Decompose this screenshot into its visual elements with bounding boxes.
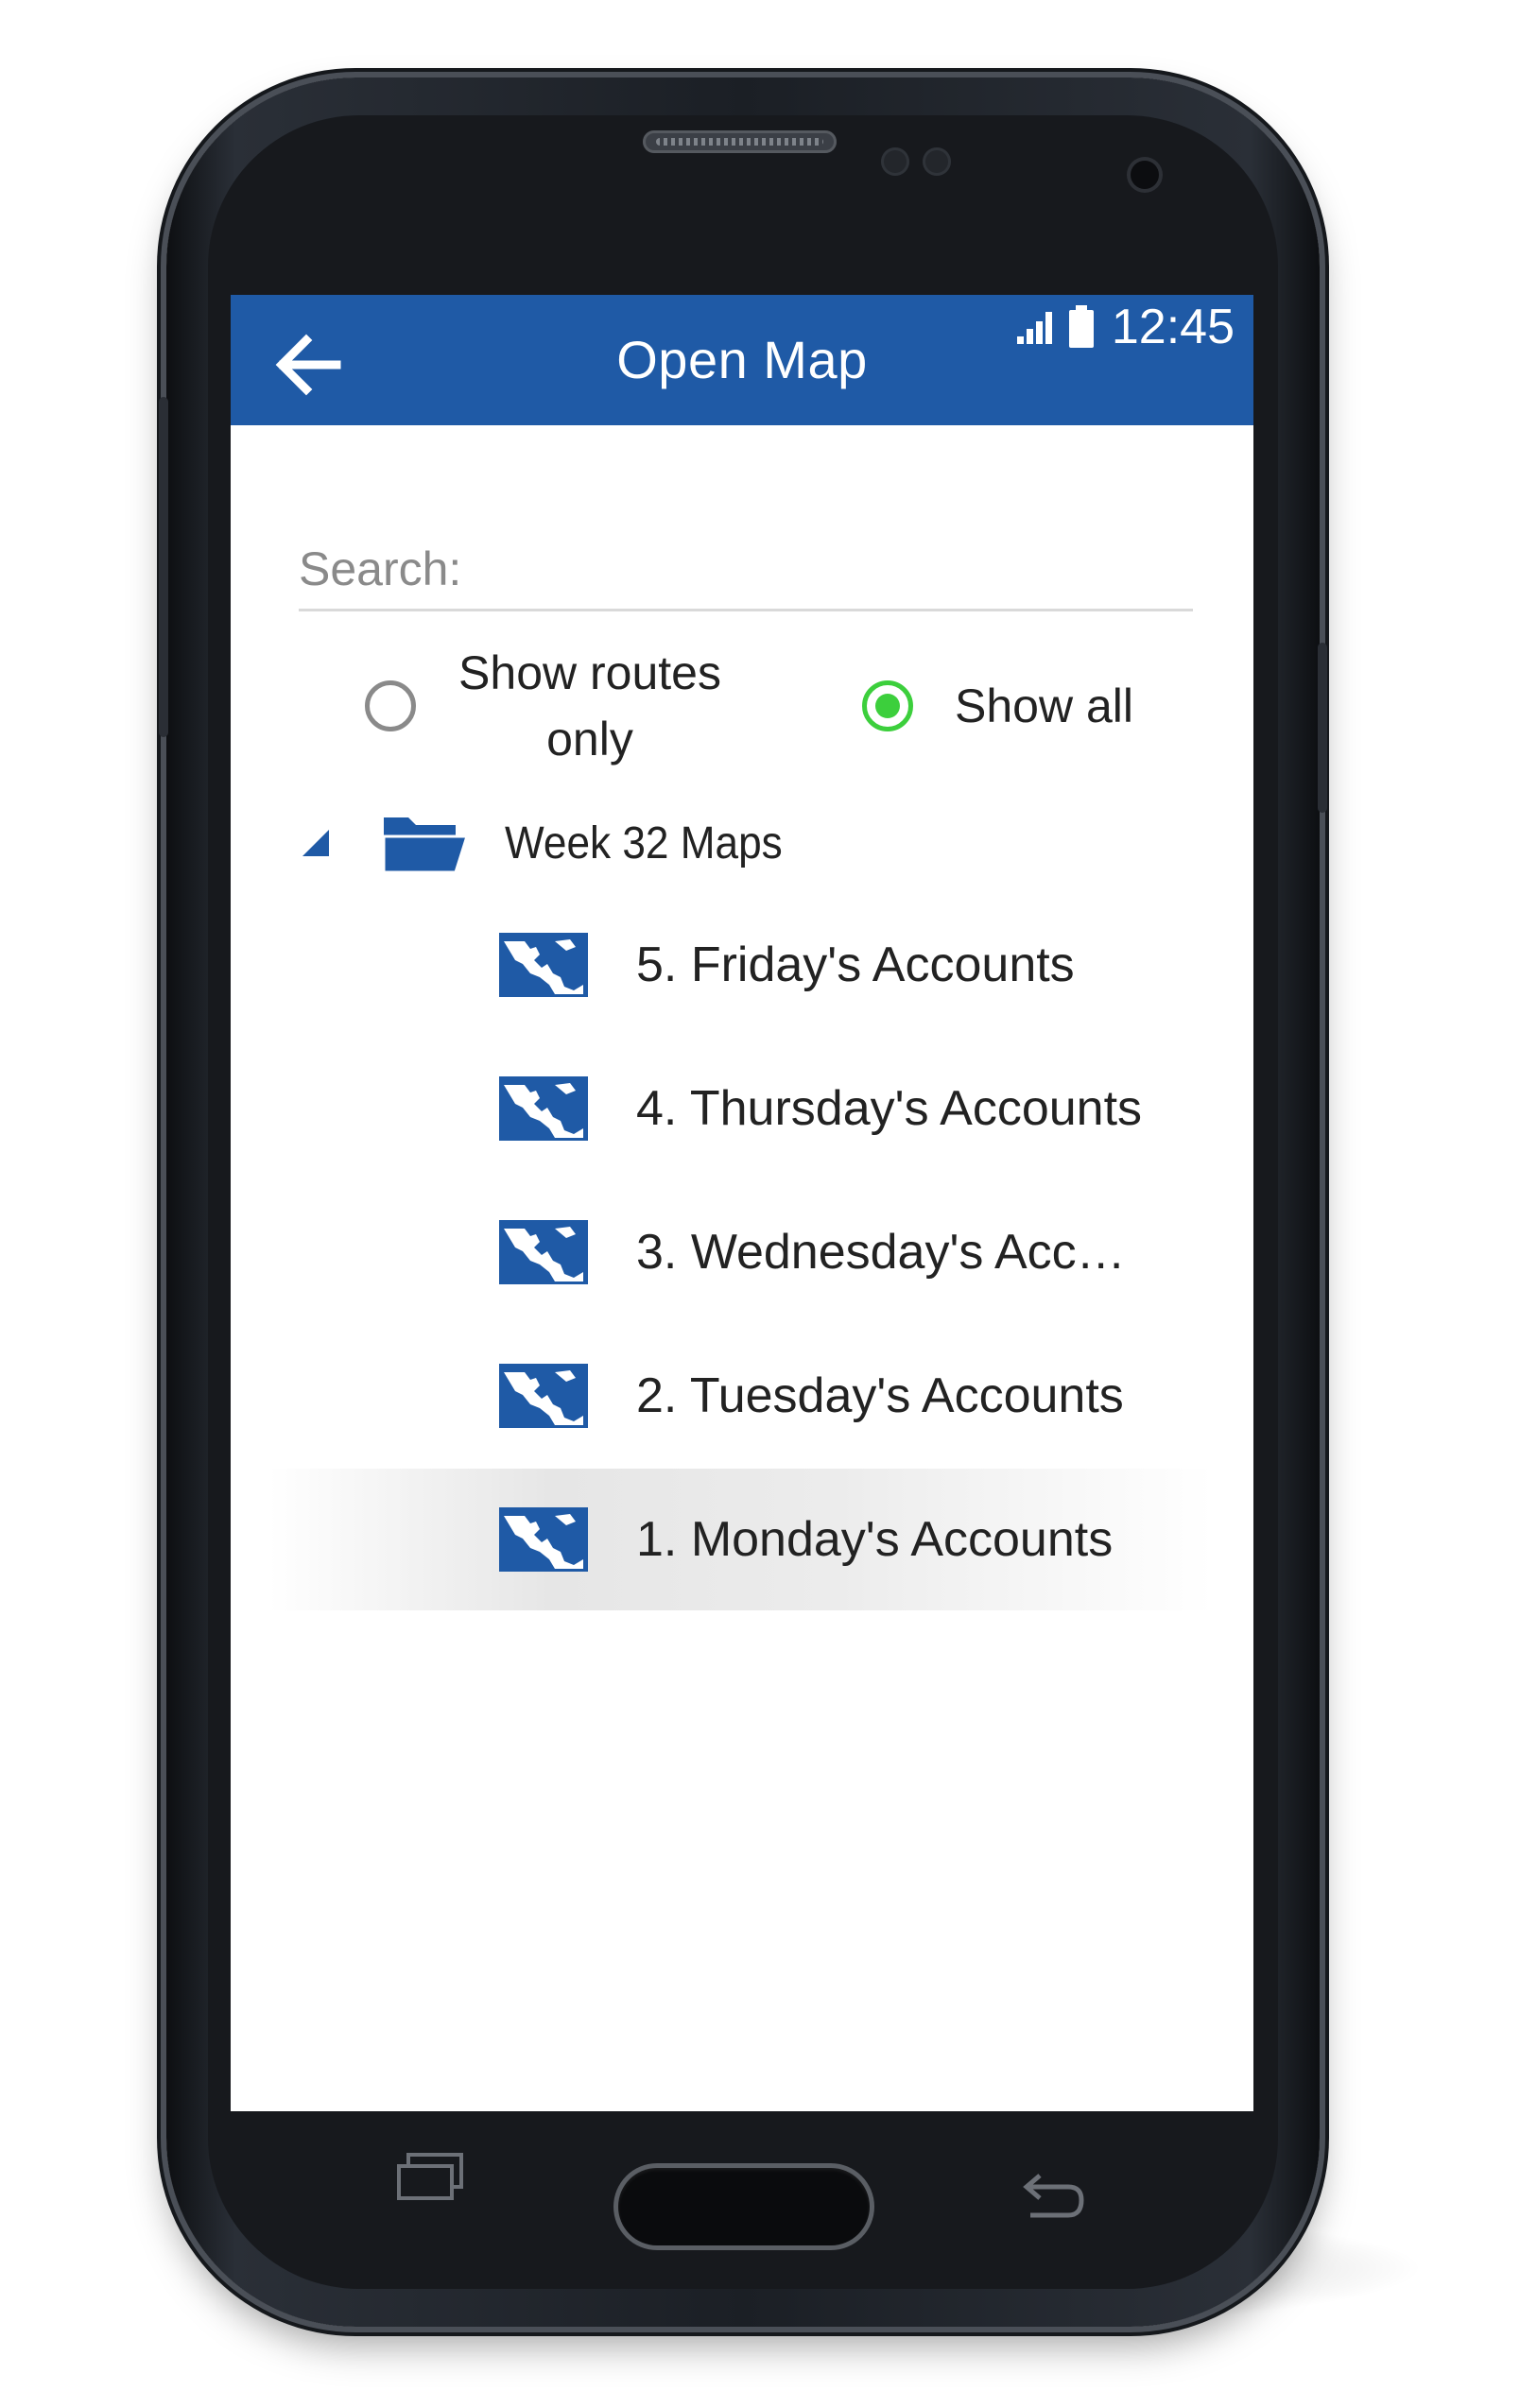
folder-open-icon bbox=[382, 817, 470, 874]
battery-icon bbox=[1068, 305, 1094, 348]
search-field bbox=[299, 518, 1193, 611]
status-time: 12:45 bbox=[1111, 300, 1235, 354]
system-back-icon[interactable] bbox=[1017, 2172, 1087, 2223]
map-label: 1. Monday's Accounts bbox=[636, 1512, 1114, 1567]
map-label: 3. Wednesday's Acco… bbox=[636, 1225, 1147, 1280]
home-button[interactable] bbox=[618, 2168, 870, 2245]
light-sensor bbox=[923, 147, 951, 176]
map-icon bbox=[499, 1220, 588, 1284]
expand-triangle-icon[interactable] bbox=[297, 824, 335, 862]
radio-button-checked[interactable] bbox=[862, 680, 913, 731]
list-item[interactable]: 2. Tuesday's Accounts bbox=[268, 1325, 1214, 1467]
stage: Open Map 12:45 Search: Show routes only … bbox=[0, 0, 1520, 2408]
list-item[interactable]: 3. Wednesday's Acco… bbox=[268, 1181, 1214, 1323]
front-camera bbox=[1131, 161, 1159, 189]
earpiece-speaker bbox=[643, 130, 837, 153]
map-label: 5. Friday's Accounts bbox=[636, 937, 1075, 992]
list-item[interactable]: 4. Thursday's Accounts bbox=[268, 1038, 1214, 1179]
screen: Open Map 12:45 Search: Show routes only … bbox=[231, 295, 1253, 2111]
filter-radio-group: Show routes only Show all bbox=[231, 635, 1253, 777]
radio-button[interactable] bbox=[365, 680, 416, 731]
radio-label-line2: only bbox=[546, 713, 633, 765]
proximity-sensor bbox=[881, 147, 909, 176]
recent-apps-icon[interactable] bbox=[395, 2151, 465, 2202]
status-bar: 12:45 bbox=[1015, 300, 1235, 354]
radio-label-line1: Show routes bbox=[458, 646, 721, 699]
volume-button bbox=[159, 397, 168, 737]
app-bar: Open Map 12:45 bbox=[231, 295, 1253, 425]
power-button bbox=[1318, 643, 1327, 813]
tree-folder-week-32[interactable]: Week 32 Maps bbox=[287, 796, 1195, 890]
map-label: 4. Thursday's Accounts bbox=[636, 1081, 1143, 1136]
search-input[interactable] bbox=[299, 541, 1193, 597]
map-icon bbox=[499, 1364, 588, 1428]
list-item-selected[interactable]: 1. Monday's Accounts bbox=[268, 1469, 1214, 1610]
radio-label: Show all bbox=[955, 679, 1133, 732]
map-icon bbox=[499, 1076, 588, 1141]
signal-icon bbox=[1016, 312, 1052, 344]
map-icon bbox=[499, 933, 588, 997]
radio-show-all[interactable]: Show all bbox=[862, 635, 1133, 777]
radio-show-routes-only[interactable]: Show routes only bbox=[365, 635, 732, 777]
radio-label-group: Show routes only bbox=[448, 640, 732, 772]
map-icon bbox=[499, 1507, 588, 1572]
map-label: 2. Tuesday's Accounts bbox=[636, 1368, 1124, 1423]
list-item[interactable]: 5. Friday's Accounts bbox=[268, 894, 1214, 1036]
folder-label: Week 32 Maps bbox=[505, 817, 783, 869]
